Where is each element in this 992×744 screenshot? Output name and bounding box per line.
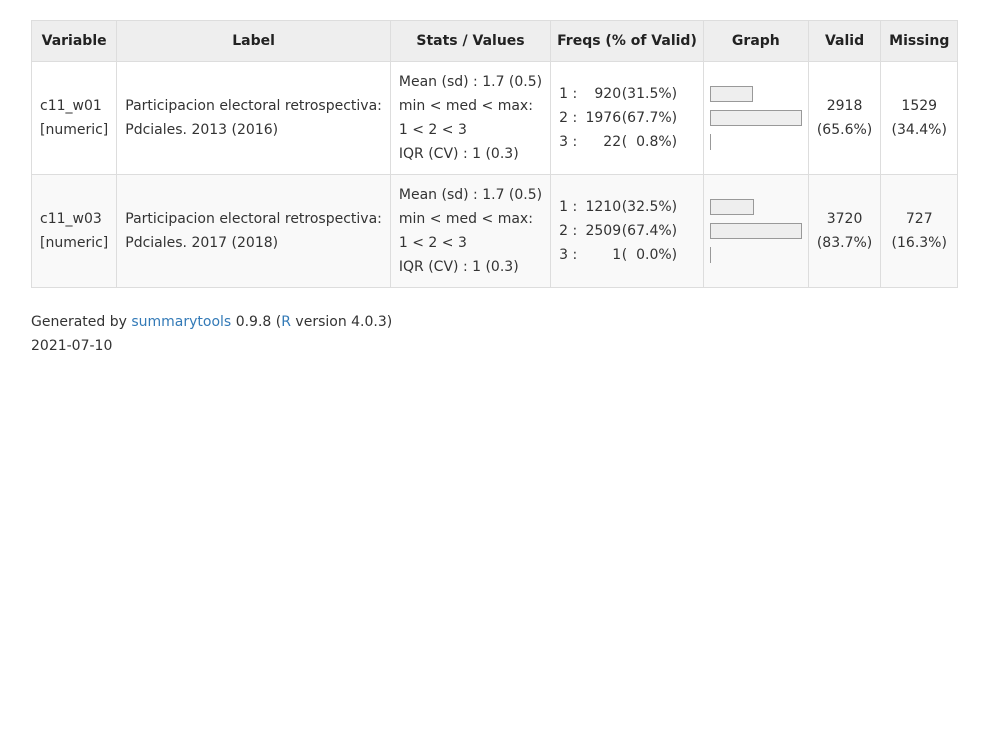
stats-line: Mean (sd) : 1.7 (0.5) xyxy=(398,187,543,203)
freq-index: 3 : xyxy=(559,247,578,263)
freq-count: 22 xyxy=(603,134,622,150)
freq-bar xyxy=(709,86,753,102)
freq-row: 1 : 920 (31.5%) xyxy=(559,82,695,106)
freq-bar xyxy=(709,110,802,126)
header-valid: Valid xyxy=(807,20,882,62)
r-link[interactable]: R xyxy=(281,314,291,330)
missing-percent: (16.3%) xyxy=(891,235,947,251)
freq-row: 2 : 2509 (67.4%) xyxy=(559,219,695,243)
stats-line: 1 < 2 < 3 xyxy=(398,122,467,138)
label-line: Pdciales. 2013 (2016) xyxy=(125,122,279,138)
stats-line: min < med < max: xyxy=(398,211,533,227)
freq-row: 2 : 1976 (67.7%) xyxy=(559,106,695,130)
label-cell: Participacion electoral retrospectiva: P… xyxy=(116,61,391,175)
variable-cell: c11_w03 [numeric] xyxy=(30,174,118,288)
freq-percent: (31.5%) xyxy=(621,86,678,102)
header-freqs: Freqs (% of Valid) xyxy=(550,20,704,62)
missing-count: 727 xyxy=(905,211,933,227)
stats-line: 1 < 2 < 3 xyxy=(398,235,467,251)
variable-name: c11_w01 xyxy=(40,98,102,114)
freq-count: 1976 xyxy=(585,110,622,126)
stats-line: IQR (CV) : 1 (0.3) xyxy=(398,259,519,275)
variable-type: [numeric] xyxy=(40,235,109,251)
freq-percent: ( 0.8%) xyxy=(621,134,678,150)
freq-index: 2 : xyxy=(559,223,578,239)
freq-percent: (67.7%) xyxy=(621,110,678,126)
freq-bar xyxy=(709,134,711,150)
freq-bar xyxy=(709,223,802,239)
header-variable: Variable xyxy=(30,20,118,62)
missing-cell: 1529 (34.4%) xyxy=(880,61,959,175)
report-date: 2021-07-10 xyxy=(31,338,113,354)
valid-percent: (83.7%) xyxy=(816,235,873,251)
label-cell: Participacion electoral retrospectiva: P… xyxy=(116,174,391,288)
stats-line: Mean (sd) : 1.7 (0.5) xyxy=(398,74,543,90)
freq-index: 3 : xyxy=(559,134,578,150)
stats-line: IQR (CV) : 1 (0.3) xyxy=(398,146,519,162)
freq-count: 1210 xyxy=(585,199,622,215)
variable-cell: c11_w01 [numeric] xyxy=(30,61,118,175)
report-footer: Generated by summarytools 0.9.8 (R versi… xyxy=(31,310,958,358)
graph-cell xyxy=(702,174,809,288)
freqs-cell: 1 : 920 (31.5%) 2 : 1976 (67.7%) 3 : 22 … xyxy=(550,61,704,175)
valid-count: 2918 xyxy=(826,98,863,114)
freq-bar xyxy=(709,199,754,215)
graph-cell xyxy=(702,61,809,175)
valid-cell: 3720 (83.7%) xyxy=(807,174,882,288)
missing-percent: (34.4%) xyxy=(891,122,947,138)
header-graph: Graph xyxy=(702,20,809,62)
freq-row: 1 : 1210 (32.5%) xyxy=(559,195,695,219)
table-row: c11_w01 [numeric] Participacion electora… xyxy=(30,61,959,175)
valid-percent: (65.6%) xyxy=(816,122,873,138)
freqs-cell: 1 : 1210 (32.5%) 2 : 2509 (67.4%) 3 : 1 … xyxy=(550,174,704,288)
freq-percent: ( 0.0%) xyxy=(621,247,678,263)
table-row: c11_w03 [numeric] Participacion electora… xyxy=(30,174,959,288)
freq-index: 2 : xyxy=(559,110,578,126)
summarytools-link[interactable]: summarytools xyxy=(131,314,231,330)
freq-bar xyxy=(709,247,711,263)
label-line: Participacion electoral retrospectiva: xyxy=(125,211,382,227)
freq-percent: (32.5%) xyxy=(621,199,678,215)
variable-name: c11_w03 xyxy=(40,211,102,227)
dfsummary-table: Variable Label Stats / Values Freqs (% o… xyxy=(30,20,959,288)
header-label: Label xyxy=(116,20,391,62)
valid-cell: 2918 (65.6%) xyxy=(807,61,882,175)
variable-type: [numeric] xyxy=(40,122,109,138)
header-missing: Missing xyxy=(880,20,959,62)
table-header-row: Variable Label Stats / Values Freqs (% o… xyxy=(30,20,959,62)
tool-version-text: 0.9.8 ( xyxy=(235,314,282,330)
valid-count: 3720 xyxy=(826,211,863,227)
stats-cell: Mean (sd) : 1.7 (0.5) min < med < max: 1… xyxy=(389,61,552,175)
freq-index: 1 : xyxy=(559,86,578,102)
freq-count: 920 xyxy=(594,86,622,102)
freq-row: 3 : 1 ( 0.0%) xyxy=(559,243,695,267)
label-line: Participacion electoral retrospectiva: xyxy=(125,98,382,114)
freq-count: 2509 xyxy=(585,223,622,239)
stats-cell: Mean (sd) : 1.7 (0.5) min < med < max: 1… xyxy=(389,174,552,288)
summary-table-container: Variable Label Stats / Values Freqs (% o… xyxy=(30,20,959,358)
generated-by-text: Generated by xyxy=(31,314,127,330)
freq-count: 1 xyxy=(612,247,622,263)
header-stats: Stats / Values xyxy=(389,20,552,62)
missing-cell: 727 (16.3%) xyxy=(880,174,959,288)
generated-by-line: Generated by summarytools 0.9.8 (R versi… xyxy=(31,310,958,334)
stats-line: min < med < max: xyxy=(398,98,533,114)
freq-index: 1 : xyxy=(559,199,578,215)
r-version-text: version 4.0.3) xyxy=(295,314,393,330)
missing-count: 1529 xyxy=(901,98,938,114)
label-line: Pdciales. 2017 (2018) xyxy=(125,235,279,251)
freq-percent: (67.4%) xyxy=(621,223,678,239)
freq-row: 3 : 22 ( 0.8%) xyxy=(559,130,695,154)
